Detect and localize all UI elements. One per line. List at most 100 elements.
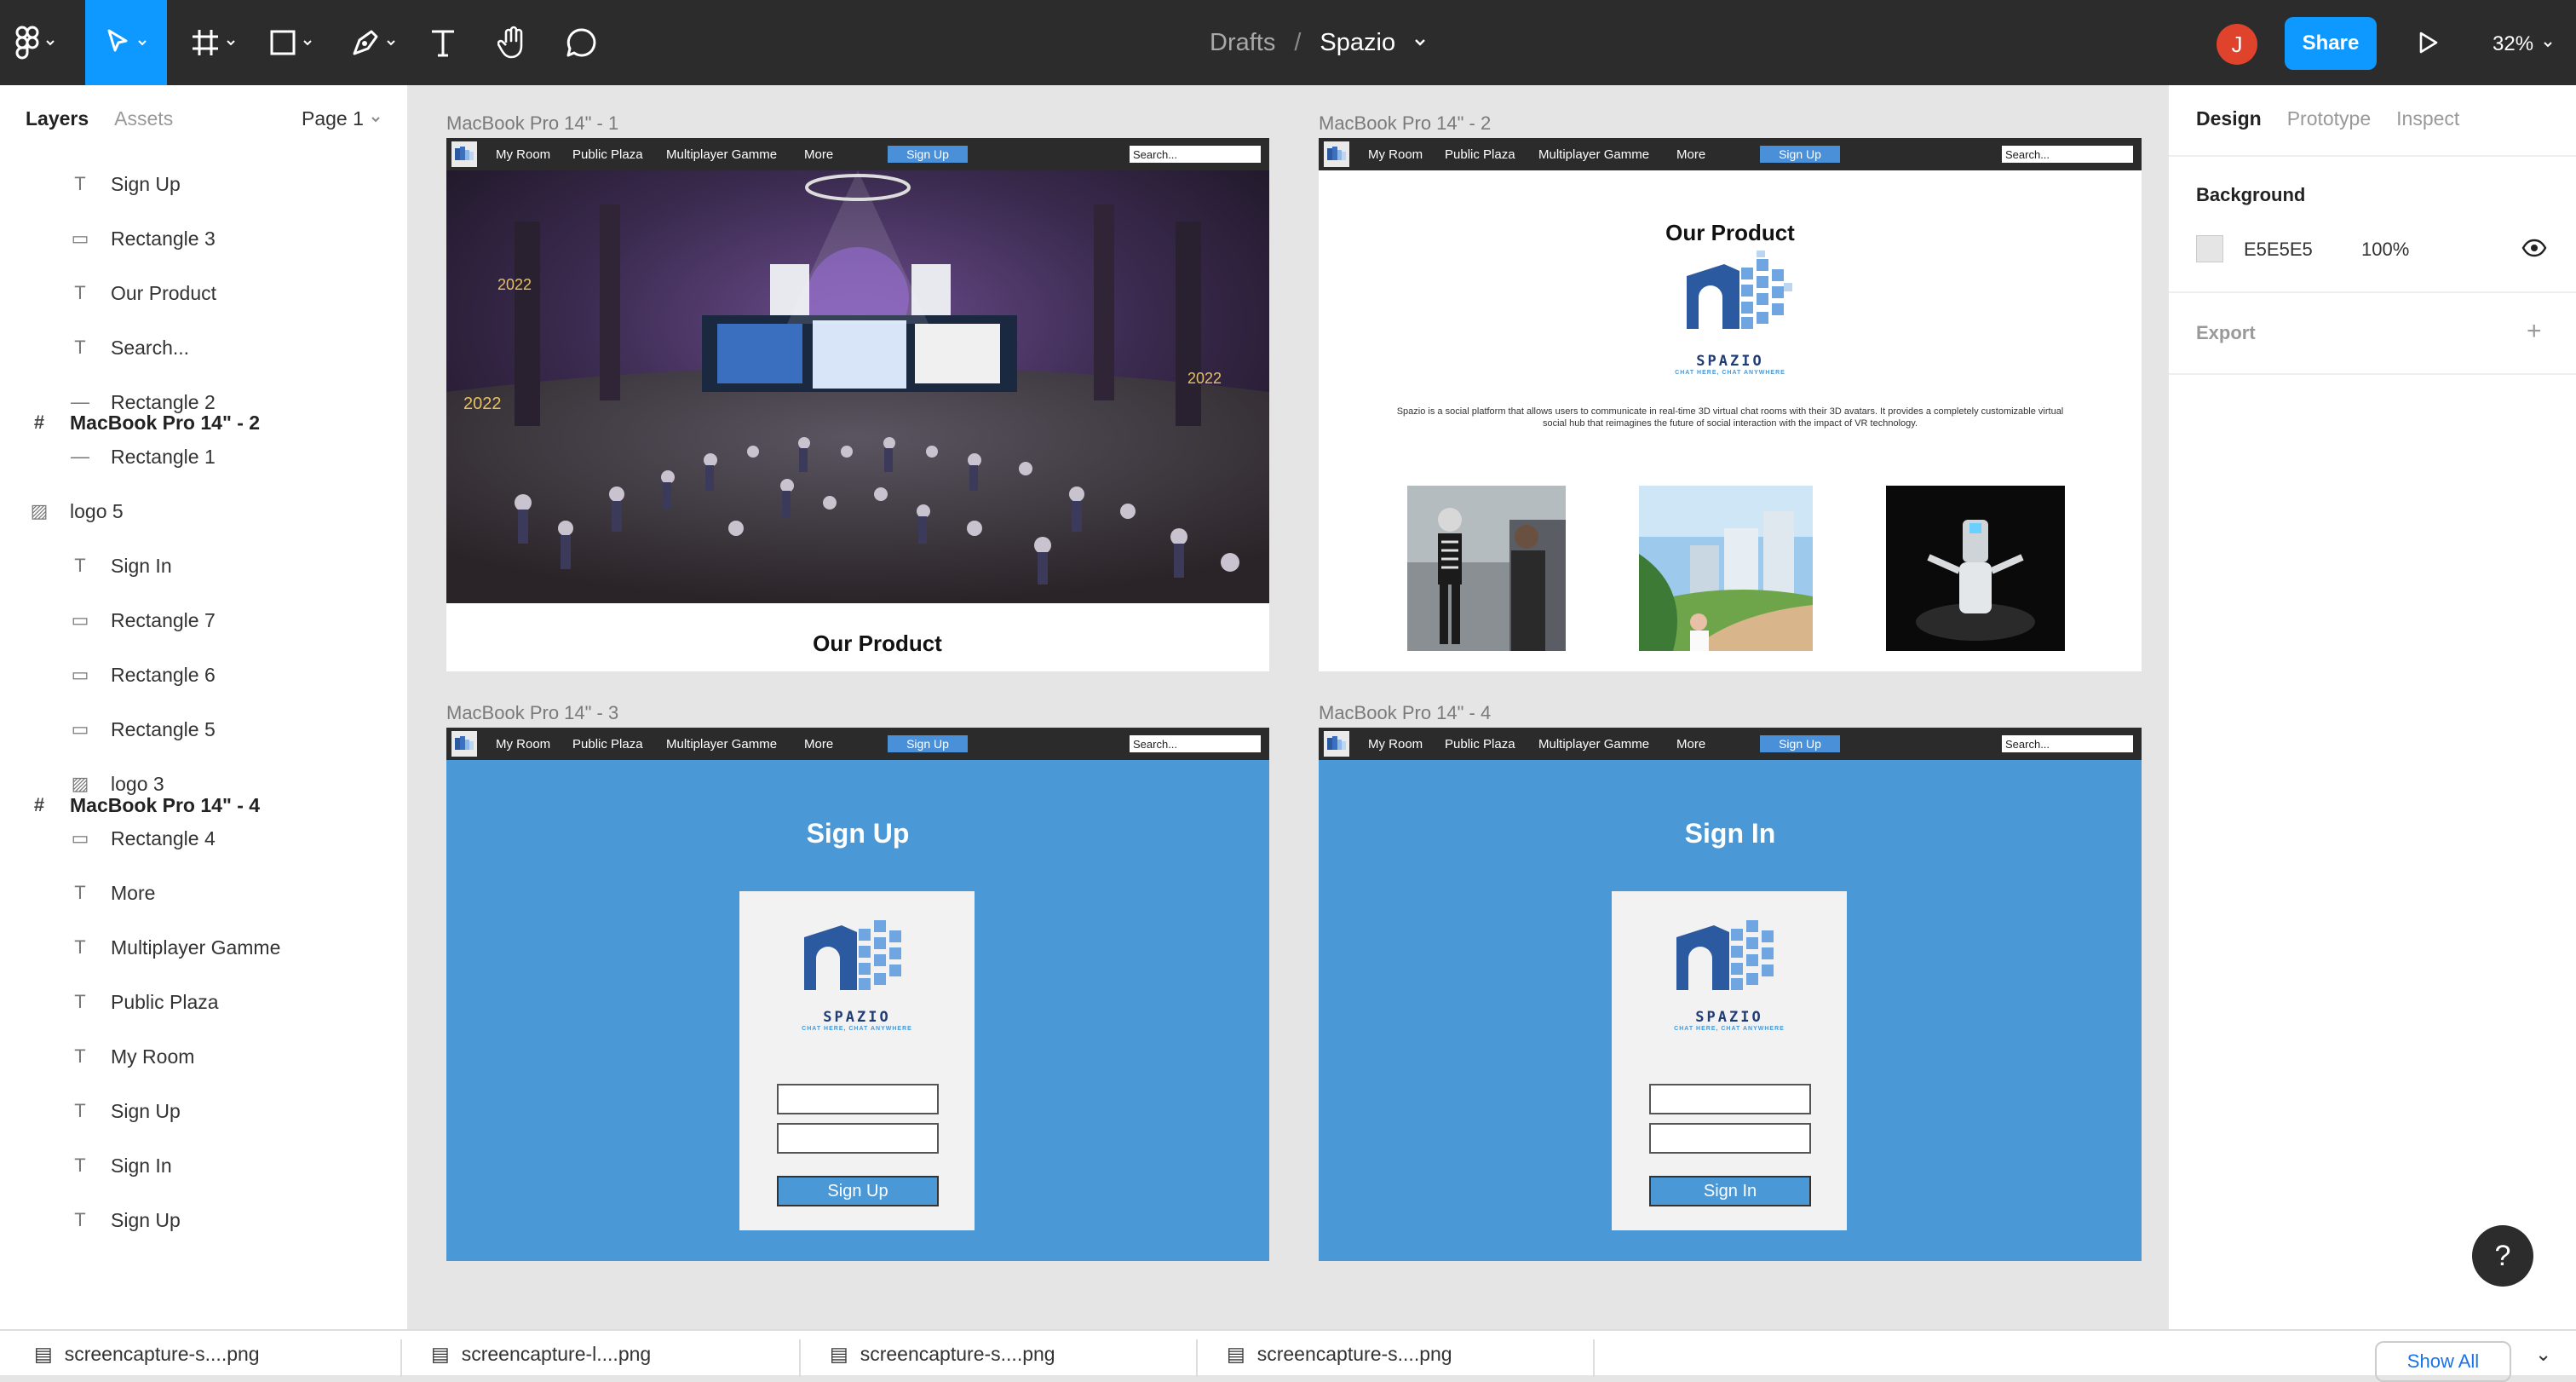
site-logo-icon: [1324, 731, 1349, 757]
add-export-plus-icon[interactable]: +: [2527, 317, 2542, 346]
nav-my-room[interactable]: My Room: [496, 737, 550, 751]
tab-inspect[interactable]: Inspect: [2396, 107, 2459, 130]
frame-macbook-1[interactable]: My Room Public Plaza Multiplayer Gamme M…: [446, 138, 1269, 671]
nav-my-room[interactable]: My Room: [1368, 737, 1423, 751]
user-avatar[interactable]: J: [2217, 24, 2257, 65]
present-play-icon[interactable]: [2416, 24, 2440, 61]
nav-search-input[interactable]: Search...: [1130, 146, 1261, 163]
nav-public-plaza[interactable]: Public Plaza: [572, 147, 643, 162]
nav-more[interactable]: More: [1676, 737, 1705, 751]
download-item[interactable]: ▤ screencapture-l....png: [431, 1331, 651, 1377]
password-field[interactable]: [1649, 1123, 1811, 1154]
username-field[interactable]: [1649, 1084, 1811, 1114]
layer-row[interactable]: ▭ Rectangle 7: [0, 593, 407, 648]
nav-sign-up-button[interactable]: Sign Up: [888, 735, 968, 752]
shape-tool-icon[interactable]: [269, 24, 312, 61]
layer-row[interactable]: T Multiplayer Gamme: [0, 920, 407, 975]
frame-label-3[interactable]: MacBook Pro 14" - 3: [446, 702, 618, 724]
breadcrumb-separator: /: [1294, 28, 1302, 56]
zoom-control[interactable]: 32%: [2493, 26, 2552, 63]
frame-macbook-2[interactable]: My Room Public Plaza Multiplayer Gamme M…: [1319, 138, 2142, 671]
nav-multiplayer[interactable]: Multiplayer Gamme: [1538, 147, 1649, 162]
layer-row[interactable]: ▭ Rectangle 3: [0, 211, 407, 266]
frame-macbook-3[interactable]: My Room Public Plaza Multiplayer Gamme M…: [446, 728, 1269, 1261]
layer-row[interactable]: T Sign Up: [0, 1193, 407, 1247]
pen-tool-icon[interactable]: [351, 24, 395, 61]
layer-row[interactable]: T Our Product: [0, 266, 407, 320]
share-button[interactable]: Share: [2285, 17, 2377, 70]
comment-tool-icon[interactable]: [566, 24, 596, 61]
frame-label-1[interactable]: MacBook Pro 14" - 1: [446, 112, 618, 135]
visibility-eye-icon[interactable]: [2521, 239, 2547, 257]
tab-layers[interactable]: Layers: [26, 107, 89, 130]
tab-prototype[interactable]: Prototype: [2287, 107, 2371, 130]
nav-more[interactable]: More: [804, 147, 833, 162]
nav-sign-up-button[interactable]: Sign Up: [1760, 146, 1840, 163]
image-icon: ▨: [71, 773, 89, 794]
layer-row[interactable]: T My Room: [0, 1029, 407, 1084]
sign-up-submit-button[interactable]: Sign Up: [777, 1176, 939, 1206]
help-question-icon[interactable]: ?: [2472, 1225, 2533, 1287]
nav-multiplayer[interactable]: Multiplayer Gamme: [666, 737, 777, 751]
frame-label-2[interactable]: MacBook Pro 14" - 2: [1319, 112, 1491, 135]
nav-sign-up-button[interactable]: Sign Up: [888, 146, 968, 163]
nav-sign-up-button[interactable]: Sign Up: [1760, 735, 1840, 752]
nav-my-room[interactable]: My Room: [1368, 147, 1423, 162]
file-name[interactable]: Spazio: [1320, 29, 1395, 57]
download-filename: screencapture-s....png: [64, 1342, 260, 1365]
virtual-city-image: [1639, 486, 1813, 651]
tab-assets[interactable]: Assets: [114, 107, 173, 130]
layer-row[interactable]: — Rectangle 2: [0, 375, 407, 429]
password-field[interactable]: [777, 1123, 939, 1154]
figma-menu-icon[interactable]: [15, 24, 55, 61]
sign-in-submit-button[interactable]: Sign In: [1649, 1176, 1811, 1206]
layer-row[interactable]: T Search...: [0, 320, 407, 375]
layer-row[interactable]: T Public Plaza: [0, 975, 407, 1029]
frame-tool-icon[interactable]: [191, 24, 235, 61]
nav-search-input[interactable]: Search...: [2002, 735, 2133, 752]
layer-row[interactable]: ▭ Rectangle 5: [0, 702, 407, 757]
download-item[interactable]: ▤ screencapture-s....png: [830, 1331, 1055, 1377]
layer-row[interactable]: — Rectangle 1: [0, 429, 407, 484]
frame-label-4[interactable]: MacBook Pro 14" - 4: [1319, 702, 1491, 724]
layer-row[interactable]: T Sign In: [0, 538, 407, 593]
chevron-down-icon[interactable]: ⌄: [2535, 1331, 2551, 1377]
nav-my-room[interactable]: My Room: [496, 147, 550, 162]
download-item[interactable]: ▤ screencapture-s....png: [1227, 1331, 1452, 1377]
spazio-logo-icon: [804, 920, 901, 990]
nav-public-plaza[interactable]: Public Plaza: [1445, 737, 1515, 751]
layer-row[interactable]: ▭ Rectangle 4: [0, 811, 407, 866]
layer-row[interactable]: T Sign Up: [0, 157, 407, 211]
background-hex-input[interactable]: E5E5E5: [2244, 239, 2313, 261]
layer-row[interactable]: ▨ logo 3: [0, 757, 407, 811]
nav-public-plaza[interactable]: Public Plaza: [1445, 147, 1515, 162]
background-opacity-input[interactable]: 100%: [2361, 239, 2409, 261]
nav-search-input[interactable]: Search...: [2002, 146, 2133, 163]
page-selector[interactable]: Page 1: [302, 107, 381, 130]
layer-row[interactable]: ▭ Rectangle 6: [0, 648, 407, 702]
move-tool-icon[interactable]: [106, 24, 147, 61]
file-menu-chevron-icon[interactable]: [1414, 38, 1426, 47]
layer-row[interactable]: T More: [0, 866, 407, 920]
nav-more[interactable]: More: [804, 737, 833, 751]
nav-more[interactable]: More: [1676, 147, 1705, 162]
nav-multiplayer[interactable]: Multiplayer Gamme: [1538, 737, 1649, 751]
show-all-button[interactable]: Show All: [2375, 1341, 2511, 1382]
layer-row[interactable]: ▨ logo 5: [0, 484, 407, 538]
text-tool-icon[interactable]: [429, 24, 457, 61]
nav-multiplayer[interactable]: Multiplayer Gamme: [666, 147, 777, 162]
layer-row[interactable]: T Sign In: [0, 1138, 407, 1193]
hand-tool-icon[interactable]: [497, 24, 528, 61]
breadcrumb-drafts[interactable]: Drafts: [1210, 29, 1275, 57]
layer-row[interactable]: T Sign Up: [0, 1084, 407, 1138]
tab-design[interactable]: Design: [2196, 107, 2262, 130]
frame-macbook-4[interactable]: My Room Public Plaza Multiplayer Gamme M…: [1319, 728, 2142, 1261]
download-item[interactable]: ▤ screencapture-s....png: [34, 1331, 260, 1377]
username-field[interactable]: [777, 1084, 939, 1114]
nav-public-plaza[interactable]: Public Plaza: [572, 737, 643, 751]
text-icon: T: [74, 991, 86, 1012]
download-filename: screencapture-s....png: [1256, 1342, 1452, 1365]
background-color-swatch[interactable]: [2196, 235, 2223, 262]
divider: [2169, 373, 2576, 375]
nav-search-input[interactable]: Search...: [1130, 735, 1261, 752]
